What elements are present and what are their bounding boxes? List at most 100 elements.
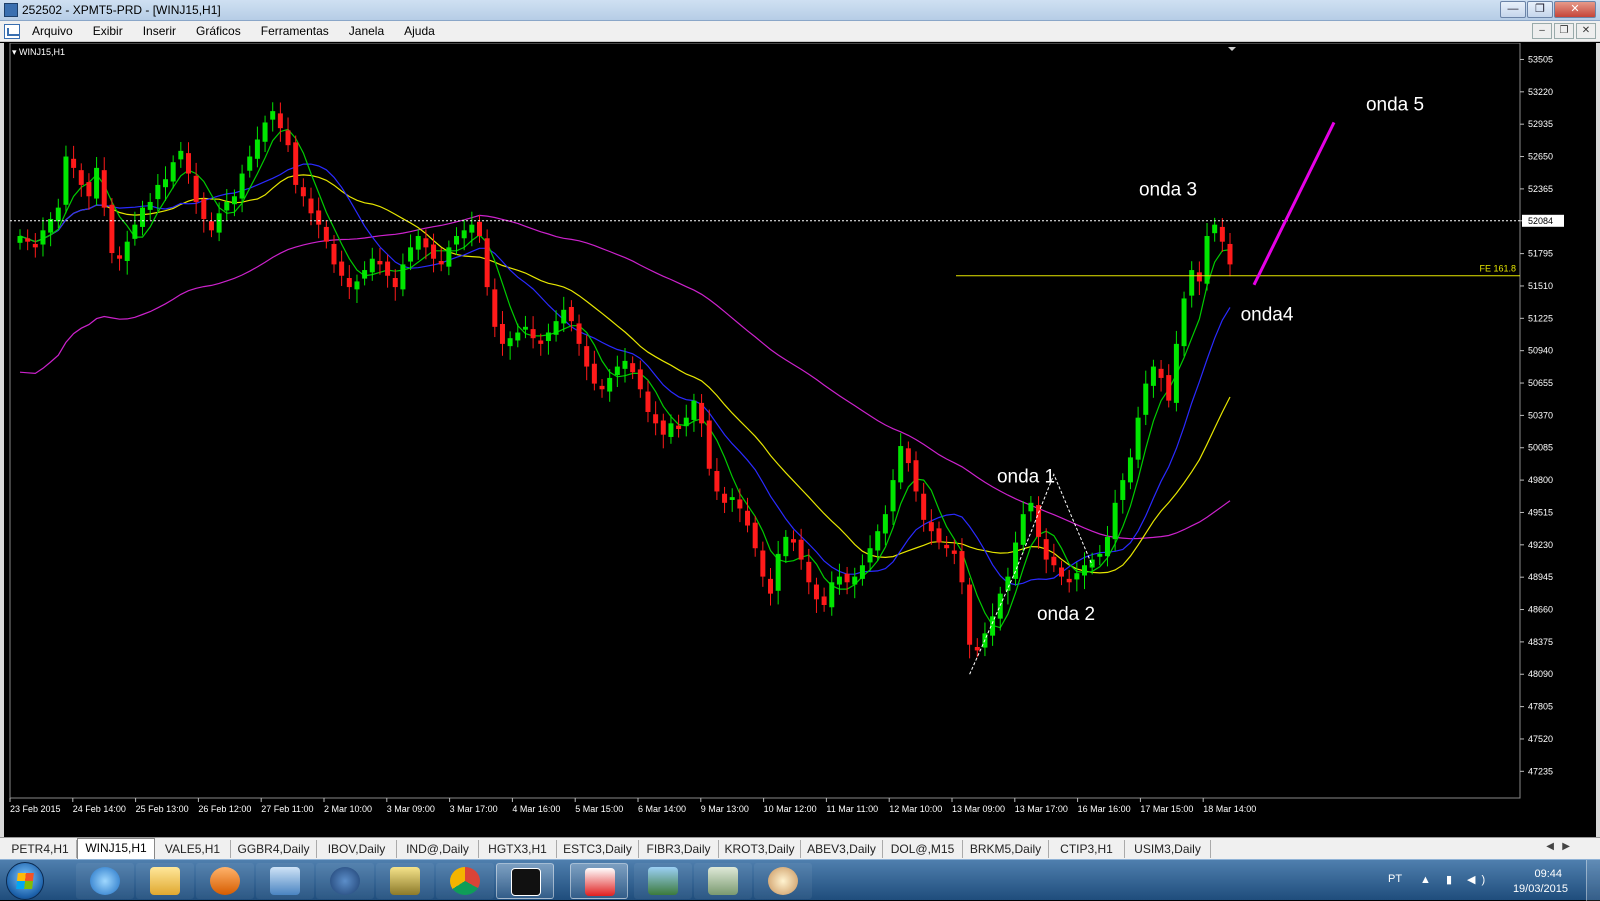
time-tick-label: 18 Mar 14:00 — [1203, 804, 1256, 814]
candle-bull — [224, 201, 230, 211]
candle-bear — [316, 210, 322, 225]
xp-taskbar-button[interactable] — [496, 863, 554, 899]
candle-bull — [1135, 417, 1141, 460]
menu-inserir[interactable]: Inserir — [143, 24, 176, 38]
candle-bear — [476, 221, 482, 237]
price-tick-label: 52365 — [1528, 184, 1553, 194]
candle-bull — [369, 258, 375, 273]
close-button[interactable]: ✕ — [1554, 1, 1596, 18]
candle-bear — [1043, 539, 1049, 560]
candle-bear — [339, 261, 345, 276]
time-tick-label: 2 Mar 10:00 — [324, 804, 372, 814]
candle-bear — [1066, 578, 1072, 583]
candle-bear — [699, 402, 705, 424]
wave-label: onda 3 — [1139, 179, 1197, 200]
menu-exibir[interactable]: Exibir — [93, 24, 123, 38]
candle-bear — [331, 243, 337, 265]
candle-bear — [951, 550, 957, 554]
tab-estc3-daily[interactable]: ESTC3,Daily — [557, 840, 639, 858]
candle-bear — [959, 551, 965, 583]
app-taskbar-button-10[interactable] — [634, 863, 692, 899]
mdi-controls: – ❐ ✕ — [1532, 23, 1596, 39]
candle-bear — [676, 425, 682, 430]
candle-bull — [163, 179, 169, 188]
show-desktop-button[interactable] — [1586, 860, 1600, 901]
tab-dol-m15[interactable]: DOL@,M15 — [883, 840, 963, 858]
time-tick-label: 6 Mar 14:00 — [638, 804, 686, 814]
tab-ind-daily[interactable]: IND@,Daily — [397, 840, 479, 858]
price-tick-label: 49800 — [1528, 475, 1553, 485]
candle-bull — [691, 400, 697, 420]
menu-ferramentas[interactable]: Ferramentas — [261, 24, 329, 38]
candle-bear — [300, 187, 306, 197]
candle-bear — [499, 323, 505, 344]
tab-ctip3-h1[interactable]: CTIP3,H1 — [1049, 840, 1125, 858]
symbol-label: ▾ WINJ15,H1 — [12, 47, 66, 57]
mdi-restore-button[interactable]: ❐ — [1554, 23, 1574, 39]
tab-abev3-daily[interactable]: ABEV3,Daily — [801, 840, 883, 858]
chart-window-icon[interactable] — [4, 24, 20, 39]
candle-bull — [1150, 366, 1156, 386]
candle-bear — [1059, 567, 1065, 577]
candle-bear — [431, 244, 437, 259]
tab-fibr3-daily[interactable]: FIBR3,Daily — [639, 840, 719, 858]
language-indicator[interactable]: PT — [1388, 873, 1402, 885]
candle-bull — [729, 497, 735, 500]
price-tick-label: 48945 — [1528, 572, 1553, 582]
candle-bear — [538, 340, 544, 344]
tab-krot3-daily[interactable]: KROT3,Daily — [719, 840, 801, 858]
symbol-label-text: WINJ15,H1 — [19, 47, 66, 57]
media-player-taskbar-button[interactable] — [196, 863, 254, 899]
candle-bull — [522, 326, 528, 330]
tray-icons[interactable]: ▲ ▮ ◀) — [1420, 873, 1491, 886]
tab-prev-icon[interactable]: ◀ — [1546, 841, 1554, 852]
tab-ggbr4-daily[interactable]: GGBR4,Daily — [231, 840, 317, 858]
metastock-taskbar-button[interactable] — [570, 863, 628, 899]
tab-hgtx3-h1[interactable]: HGTX3,H1 — [479, 840, 557, 858]
candle-bear — [208, 221, 214, 231]
menu-graficos[interactable]: Gráficos — [196, 24, 241, 38]
restore-button[interactable]: ❐ — [1527, 1, 1553, 18]
hp-taskbar-button[interactable] — [316, 863, 374, 899]
tab-usim3-daily[interactable]: USIM3,Daily — [1125, 840, 1211, 858]
clock-date[interactable]: 19/03/2015 — [1513, 883, 1568, 895]
time-tick-label: 5 Mar 15:00 — [575, 804, 623, 814]
mdi-close-button[interactable]: ✕ — [1576, 23, 1596, 39]
candle-bear — [821, 596, 827, 605]
candle-bear — [944, 544, 950, 549]
app-taskbar-button-11[interactable] — [694, 863, 752, 899]
chart-window[interactable]: FE 161.8 53505 53220 52935 52650 52365 52084 51… — [0, 43, 1600, 837]
app-taskbar-button-4[interactable] — [256, 863, 314, 899]
mdi-minimize-button[interactable]: – — [1532, 23, 1552, 39]
price-chart[interactable]: FE 161.8 53505 53220 52935 52650 52365 52084 51… — [4, 43, 1596, 837]
menu-arquivo[interactable]: Arquivo — [32, 24, 73, 38]
explorer-taskbar-button[interactable] — [136, 863, 194, 899]
app-taskbar-button-6[interactable] — [376, 863, 434, 899]
paint-taskbar-button[interactable] — [754, 863, 812, 899]
candle-bull — [132, 224, 138, 239]
menu-ajuda[interactable]: Ajuda — [404, 24, 435, 38]
tab-ibov-daily[interactable]: IBOV,Daily — [317, 840, 397, 858]
tab-vale5-h1[interactable]: VALE5,H1 — [155, 840, 231, 858]
menu-janela[interactable]: Janela — [349, 24, 384, 38]
candle-bull — [1143, 383, 1149, 415]
chrome-taskbar-button[interactable] — [436, 863, 494, 899]
candle-bull — [140, 207, 146, 227]
tab-winj15-h1[interactable]: WINJ15,H1 — [77, 838, 155, 859]
candle-bull — [155, 184, 161, 200]
candle-bear — [201, 199, 207, 219]
price-tick-label: 50085 — [1528, 443, 1553, 453]
candle-bull — [607, 377, 613, 392]
candle-bull — [1127, 457, 1133, 483]
tab-petr4-h1[interactable]: PETR4,H1 — [4, 840, 77, 858]
system-tray: PT ▲ ▮ ◀) 09:44 19/03/2015 — [1350, 860, 1600, 901]
ie-taskbar-button[interactable] — [76, 863, 134, 899]
candle-bull — [415, 236, 421, 250]
clock-time[interactable]: 09:44 — [1534, 868, 1562, 880]
tab-next-icon[interactable]: ▶ — [1562, 841, 1570, 852]
start-button[interactable] — [6, 862, 44, 900]
tab-brkm5-daily[interactable]: BRKM5,Daily — [963, 840, 1049, 858]
minimize-button[interactable]: — — [1500, 1, 1526, 18]
price-tick-label: 50655 — [1528, 378, 1553, 388]
candle-bull — [247, 156, 253, 171]
